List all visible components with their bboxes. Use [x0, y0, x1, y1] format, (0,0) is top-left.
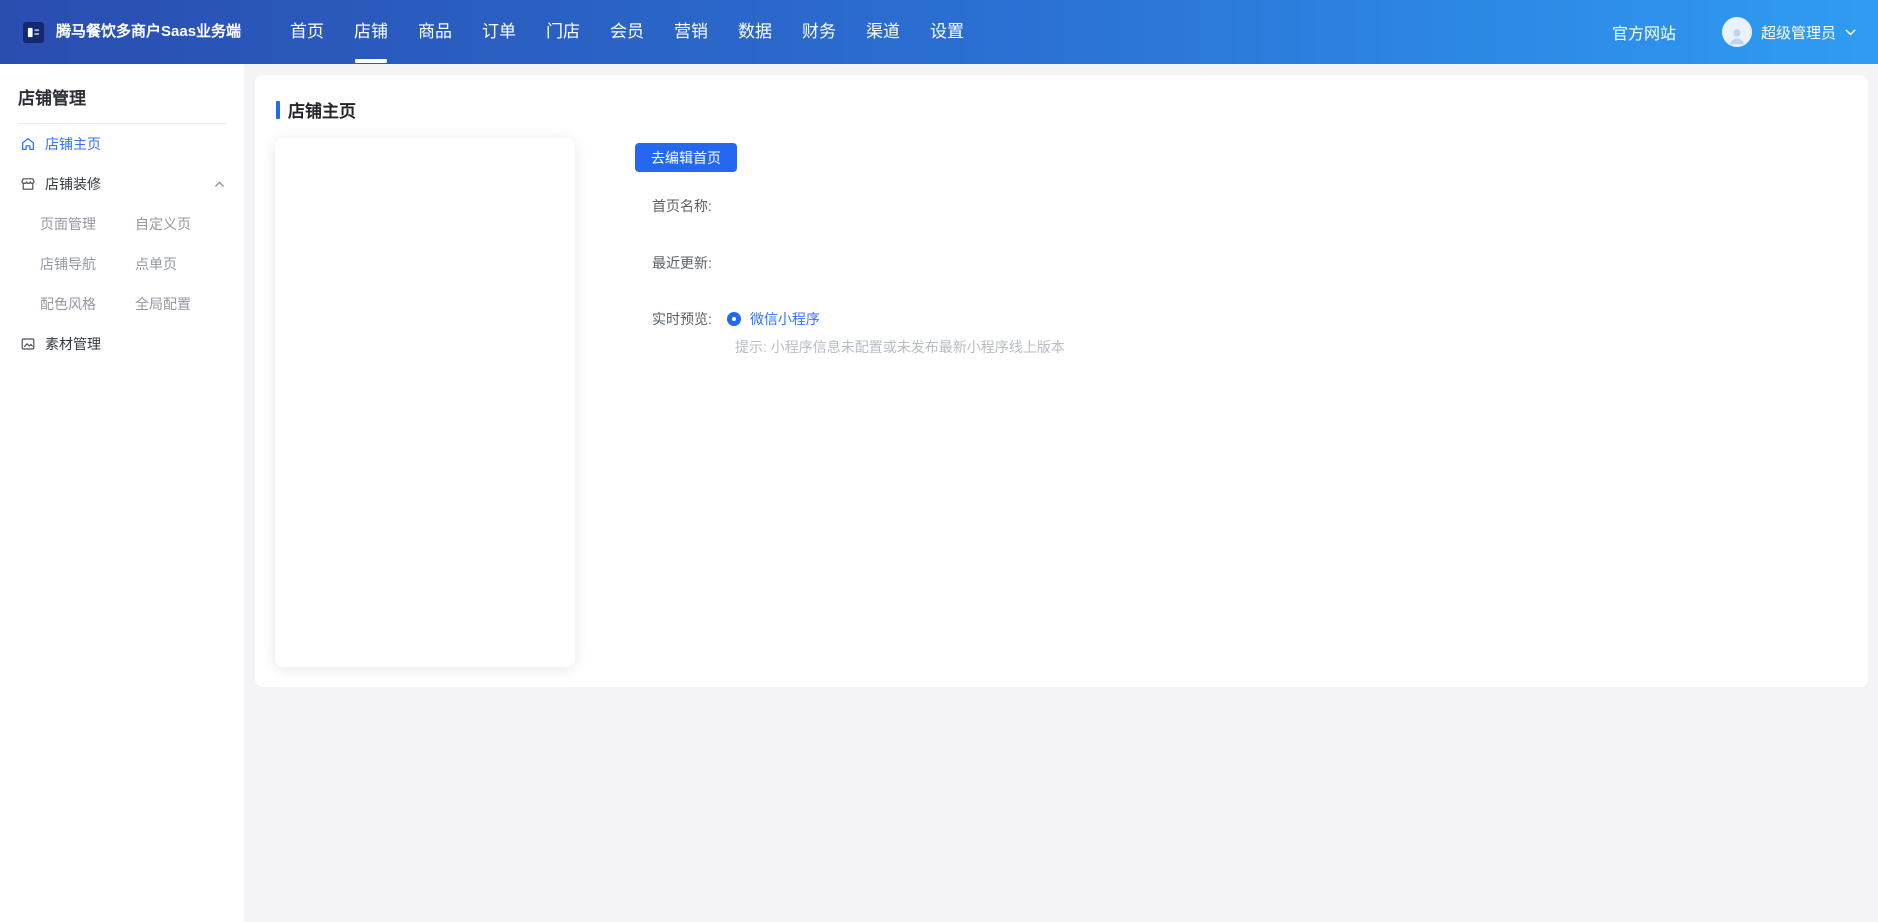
user-menu[interactable]: 超级管理员: [1722, 17, 1856, 47]
nav-item-product[interactable]: 商品: [418, 0, 452, 64]
sidebar-item-label: 店铺主页: [45, 134, 101, 154]
nav-item-finance[interactable]: 财务: [802, 0, 836, 64]
home-name-label: 首页名称:: [652, 196, 712, 216]
sidebar-item-material[interactable]: 素材管理: [0, 324, 244, 364]
sidebar-subitem-global-config[interactable]: 全局配置: [135, 284, 244, 324]
topbar-right: 官方网站 超级管理员: [1612, 17, 1856, 47]
brand-mark-icon: [27, 26, 40, 39]
sidebar-subitem-custom-page[interactable]: 自定义页: [135, 204, 244, 244]
shop-home-card: 店铺主页 去编辑首页 首页名称: 最近更新: 实时预览: 微信小程序 提示: 小…: [255, 75, 1868, 687]
nav-item-member[interactable]: 会员: [610, 0, 644, 64]
sidebar-item-shop-home[interactable]: 店铺主页: [0, 124, 244, 164]
sidebar-subitem-shop-navigation[interactable]: 店铺导航: [40, 244, 135, 284]
wechat-miniprogram-radio[interactable]: [727, 312, 741, 326]
storefront-icon: [20, 176, 36, 192]
brand-title: 腾马餐饮多商户Saas业务端: [56, 22, 242, 42]
wechat-miniprogram-link[interactable]: 微信小程序: [750, 309, 820, 329]
official-site-link[interactable]: 官方网站: [1612, 20, 1676, 44]
nav-item-shop[interactable]: 店铺: [354, 0, 388, 64]
top-navbar: 腾马餐饮多商户Saas业务端 首页 店铺 商品 订单 门店 会员 营销 数据 财…: [0, 0, 1878, 64]
sidebar: 店铺管理 店铺主页 店铺装修 页面管理 自定义页 店铺导航 点单页 配色风格 全…: [0, 64, 244, 922]
edit-homepage-button[interactable]: 去编辑首页: [635, 143, 737, 172]
brand-logo-icon: [23, 22, 44, 43]
sidebar-title: 店铺管理: [0, 64, 244, 123]
card-header: 店铺主页: [276, 97, 356, 122]
image-icon: [20, 336, 36, 352]
nav-item-data[interactable]: 数据: [738, 0, 772, 64]
homepage-preview-panel: [275, 138, 575, 667]
nav-item-settings[interactable]: 设置: [930, 0, 964, 64]
preview-tip: 提示: 小程序信息未配置或未发布最新小程序线上版本: [735, 337, 1065, 357]
recent-update-field: 最近更新:: [652, 253, 712, 273]
home-name-field: 首页名称:: [652, 196, 712, 216]
nav-item-channel[interactable]: 渠道: [866, 0, 900, 64]
title-accent-bar: [276, 101, 280, 119]
person-icon: [1726, 25, 1748, 47]
sidebar-item-label: 店铺装修: [45, 174, 101, 194]
recent-update-label: 最近更新:: [652, 253, 712, 273]
live-preview-field: 实时预览: 微信小程序: [652, 309, 820, 329]
nav-item-home[interactable]: 首页: [290, 0, 324, 64]
live-preview-label: 实时预览:: [652, 309, 712, 329]
decoration-submenu: 页面管理 自定义页 店铺导航 点单页 配色风格 全局配置: [0, 204, 244, 324]
chevron-down-icon: [1845, 29, 1856, 36]
sidebar-subitem-page-management[interactable]: 页面管理: [40, 204, 135, 244]
username: 超级管理员: [1761, 22, 1836, 43]
avatar: [1722, 17, 1752, 47]
home-icon: [20, 136, 36, 152]
sidebar-subitem-order-page[interactable]: 点单页: [135, 244, 244, 284]
nav-item-store[interactable]: 门店: [546, 0, 580, 64]
nav-item-order[interactable]: 订单: [482, 0, 516, 64]
card-title: 店铺主页: [288, 97, 356, 122]
sidebar-item-label: 素材管理: [45, 334, 101, 354]
sidebar-item-shop-decoration[interactable]: 店铺装修: [0, 164, 244, 204]
main-nav: 首页 店铺 商品 订单 门店 会员 营销 数据 财务 渠道 设置: [290, 0, 964, 64]
nav-item-marketing[interactable]: 营销: [674, 0, 708, 64]
radio-dot: [732, 317, 736, 321]
sidebar-subitem-color-style[interactable]: 配色风格: [40, 284, 135, 324]
chevron-up-icon[interactable]: [213, 178, 226, 191]
